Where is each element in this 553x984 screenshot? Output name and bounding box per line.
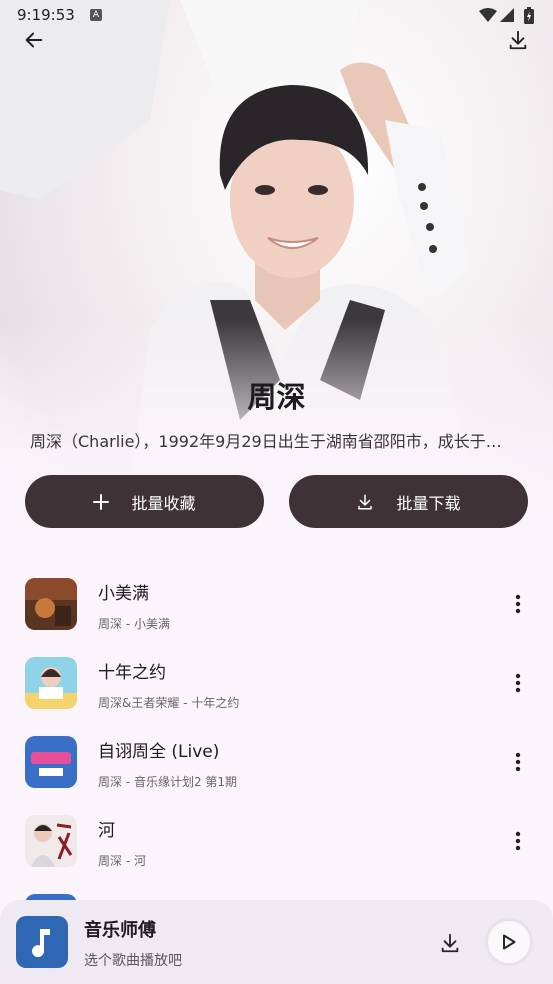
wifi-icon: [479, 8, 497, 22]
album-cover: [25, 815, 77, 867]
song-subtitle: 周深&王者荣耀 - 十年之约: [98, 696, 240, 710]
play-icon: [503, 934, 516, 950]
music-note-icon: [32, 929, 50, 957]
more-vert-icon: [515, 831, 521, 851]
arrow-left-icon: [25, 32, 43, 48]
list-item[interactable]: 自诩周全 (Live) 周深 - 音乐缘计划2 第1期: [0, 723, 553, 802]
more-vert-icon: [515, 752, 521, 772]
song-subtitle: 周深 - 河: [98, 854, 146, 868]
more-vert-icon: [515, 594, 521, 614]
batch-collect-button[interactable]: 批量收藏: [25, 475, 264, 528]
download-icon: [441, 933, 459, 953]
song-title: 河: [98, 821, 115, 841]
song-title: 自诩周全 (Live): [98, 742, 220, 762]
status-bar: 9:19:53 A: [0, 0, 553, 30]
artist-name: 周深: [247, 380, 306, 414]
more-options-button[interactable]: [506, 749, 530, 775]
album-cover: [25, 578, 77, 630]
list-item[interactable]: 河 周深 - 河: [0, 802, 553, 881]
song-title: 十年之约: [98, 663, 166, 683]
back-button[interactable]: [14, 20, 54, 60]
player-download-button[interactable]: [436, 929, 464, 957]
download-icon: [509, 30, 527, 50]
album-cover: [25, 657, 77, 709]
player-title: 音乐师傅: [84, 920, 156, 941]
play-button[interactable]: [485, 918, 533, 966]
more-options-button[interactable]: [506, 591, 530, 617]
album-cover: [25, 736, 77, 788]
song-subtitle: 周深 - 小美满: [98, 617, 170, 631]
song-title: 小美满: [98, 584, 149, 604]
more-options-button[interactable]: [506, 670, 530, 696]
plus-icon: [93, 493, 110, 510]
more-options-button[interactable]: [506, 828, 530, 854]
song-subtitle: 周深 - 音乐缘计划2 第1期: [98, 775, 238, 789]
batch-download-button[interactable]: 批量下载: [289, 475, 528, 528]
mini-player[interactable]: 音乐师傅 选个歌曲播放吧: [0, 900, 553, 984]
download-button[interactable]: [498, 20, 538, 60]
list-item[interactable]: 小美满 周深 - 小美满: [0, 565, 553, 644]
batch-download-label: 批量下载: [396, 493, 461, 513]
artist-description[interactable]: 周深（Charlie），1992年9月29日出生于湖南省邵阳市，成长于…: [30, 428, 530, 452]
list-item[interactable]: 十年之约 周深&王者荣耀 - 十年之约: [0, 644, 553, 723]
player-artwork: [16, 916, 68, 968]
notification-a-icon: A: [90, 9, 102, 21]
download-icon: [358, 494, 373, 509]
more-vert-icon: [515, 673, 521, 693]
player-subtitle: 选个歌曲播放吧: [84, 953, 182, 969]
batch-collect-label: 批量收藏: [131, 493, 196, 513]
